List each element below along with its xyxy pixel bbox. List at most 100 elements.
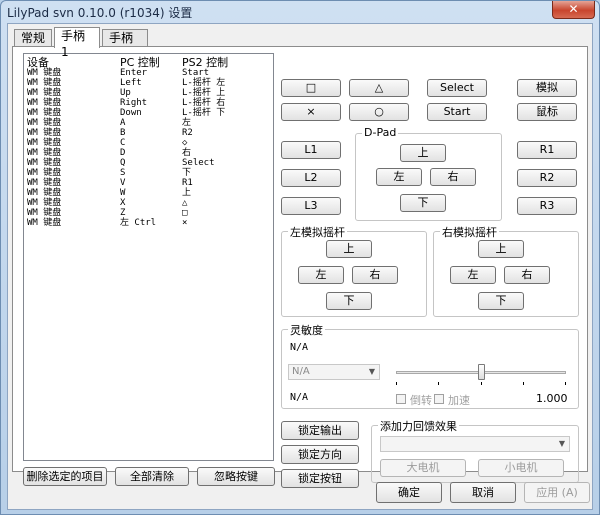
binding-row[interactable]: WM 键盘 Right L-摇杆 右	[24, 99, 273, 108]
left-stick-right-button[interactable]: 右	[352, 266, 398, 284]
big-motor-button[interactable]: 大电机	[380, 459, 466, 477]
lock-direction-button[interactable]: 锁定方向	[281, 445, 359, 464]
row-pc-control: Left	[120, 78, 142, 88]
right-stick-down-button[interactable]: 下	[478, 292, 524, 310]
binding-row[interactable]: WM 键盘 Enter Start	[24, 69, 273, 78]
ok-button[interactable]: 确定	[376, 482, 442, 503]
tab-general[interactable]: 常规	[14, 29, 52, 47]
binding-row[interactable]: WM 键盘 Down L-摇杆 下	[24, 109, 273, 118]
square-button[interactable]: □	[281, 79, 341, 97]
row-pc-control: Up	[120, 88, 131, 98]
row-ps2-control: L-摇杆 上	[182, 88, 226, 98]
row-pc-control: X	[120, 198, 126, 208]
left-stick-up-button[interactable]: 上	[326, 240, 372, 258]
row-device: WM 键盘	[27, 148, 62, 158]
simulate-button[interactable]: 模拟	[517, 79, 577, 97]
row-device: WM 键盘	[27, 188, 62, 198]
sensitivity-combo[interactable]: N/A ▼	[288, 364, 380, 380]
binding-row[interactable]: WM 键盘 V R1	[24, 179, 273, 188]
mouse-button[interactable]: 鼠标	[517, 103, 577, 121]
start-button[interactable]: Start	[427, 103, 487, 121]
row-pc-control: Q	[120, 158, 126, 168]
sensitivity-bottom-value: N/A	[290, 392, 309, 403]
sensitivity-top-value: N/A	[290, 342, 309, 353]
row-device: WM 键盘	[27, 88, 62, 98]
l1-button[interactable]: L1	[281, 141, 341, 159]
tab-pad-1[interactable]: 手柄 1	[54, 27, 100, 59]
right-stick-left-button[interactable]: 左	[450, 266, 496, 284]
dpad-down-button[interactable]: 下	[400, 194, 446, 212]
cross-button[interactable]: ×	[281, 103, 341, 121]
ignore-key-button[interactable]: 忽略按键	[197, 467, 275, 486]
invert-checkbox[interactable]	[396, 394, 406, 404]
sensitivity-value: 1.000	[536, 392, 568, 405]
row-device: WM 键盘	[27, 218, 62, 228]
l3-button[interactable]: L3	[281, 197, 341, 215]
tab-pad-2[interactable]: 手柄 2	[102, 29, 148, 61]
binding-row[interactable]: WM 键盘 Z □	[24, 209, 273, 218]
row-device: WM 键盘	[27, 158, 62, 168]
force-feedback-group: 添加力回馈效果 ▼ 大电机 小电机	[371, 418, 579, 483]
clear-all-button[interactable]: 全部清除	[115, 467, 189, 486]
select-button[interactable]: Select	[427, 79, 487, 97]
delete-selected-button[interactable]: 删除选定的项目	[23, 467, 107, 486]
row-pc-control: D	[120, 148, 126, 158]
l2-button[interactable]: L2	[281, 169, 341, 187]
circle-button[interactable]: ○	[349, 103, 409, 121]
row-pc-control: Down	[120, 108, 142, 118]
bindings-list[interactable]: 设备 PC 控制 PS2 控制 WM 键盘 Enter Start WM 键盘 Left…	[23, 53, 274, 461]
slider-tick	[396, 382, 397, 385]
binding-row[interactable]: WM 键盘 W 上	[24, 189, 273, 198]
triangle-button[interactable]: △	[349, 79, 409, 97]
acceleration-label: 加速	[448, 394, 470, 407]
right-stick-label: 右模拟摇杆	[440, 224, 499, 240]
lock-input-button[interactable]: 锁定输出	[281, 421, 359, 440]
row-device: WM 键盘	[27, 118, 62, 128]
lock-button-button[interactable]: 锁定按钮	[281, 469, 359, 488]
cancel-button[interactable]: 取消	[450, 482, 516, 503]
dpad-up-button[interactable]: 上	[400, 144, 446, 162]
pad-1-panel: 设备 PC 控制 PS2 控制 WM 键盘 Enter Start WM 键盘 Left…	[12, 46, 588, 488]
binding-row[interactable]: WM 键盘 S 下	[24, 169, 273, 178]
row-ps2-control: 下	[182, 168, 192, 178]
binding-row[interactable]: WM 键盘 X △	[24, 199, 273, 208]
binding-row[interactable]: WM 键盘 D 右	[24, 149, 273, 158]
row-pc-control: Z	[120, 208, 126, 218]
dpad-left-button[interactable]: 左	[376, 168, 422, 186]
row-device: WM 键盘	[27, 128, 62, 138]
binding-row[interactable]: WM 键盘 A 左	[24, 119, 273, 128]
slider-tick	[438, 382, 439, 385]
slider-tick	[565, 382, 566, 385]
left-stick-left-button[interactable]: 左	[298, 266, 344, 284]
close-button[interactable]: ✕	[552, 1, 595, 19]
r1-button[interactable]: R1	[517, 141, 577, 159]
left-stick-down-button[interactable]: 下	[326, 292, 372, 310]
row-pc-control: V	[120, 178, 126, 188]
window-title: LilyPad svn 0.10.0 (r1034) 设置	[7, 6, 193, 20]
row-device: WM 键盘	[27, 198, 62, 208]
small-motor-button[interactable]: 小电机	[478, 459, 564, 477]
apply-button[interactable]: 应用 (A)	[524, 482, 590, 503]
binding-row[interactable]: WM 键盘 B R2	[24, 129, 273, 138]
acceleration-checkbox[interactable]	[434, 394, 444, 404]
binding-row[interactable]: WM 键盘 Left L-摇杆 左	[24, 79, 273, 88]
binding-row[interactable]: WM 键盘 Up L-摇杆 上	[24, 89, 273, 98]
r3-button[interactable]: R3	[517, 197, 577, 215]
dpad-right-button[interactable]: 右	[430, 168, 476, 186]
row-pc-control: Enter	[120, 68, 148, 78]
right-stick-right-button[interactable]: 右	[504, 266, 550, 284]
title-bar[interactable]: LilyPad svn 0.10.0 (r1034) 设置 ✕	[1, 1, 599, 23]
binding-row[interactable]: WM 键盘 C ◇	[24, 139, 273, 148]
row-pc-control: W	[120, 188, 126, 198]
sensitivity-slider-thumb[interactable]	[478, 364, 485, 380]
row-pc-control: B	[120, 128, 126, 138]
binding-row[interactable]: WM 键盘 左 Ctrl ×	[24, 219, 273, 228]
row-pc-control: C	[120, 138, 126, 148]
binding-row[interactable]: WM 键盘 Q Select	[24, 159, 273, 168]
chevron-down-icon: ▼	[368, 367, 376, 376]
r2-button[interactable]: R2	[517, 169, 577, 187]
row-device: WM 键盘	[27, 178, 62, 188]
force-feedback-combo[interactable]: ▼	[380, 436, 570, 452]
right-stick-up-button[interactable]: 上	[478, 240, 524, 258]
row-ps2-control: R1	[182, 178, 193, 188]
